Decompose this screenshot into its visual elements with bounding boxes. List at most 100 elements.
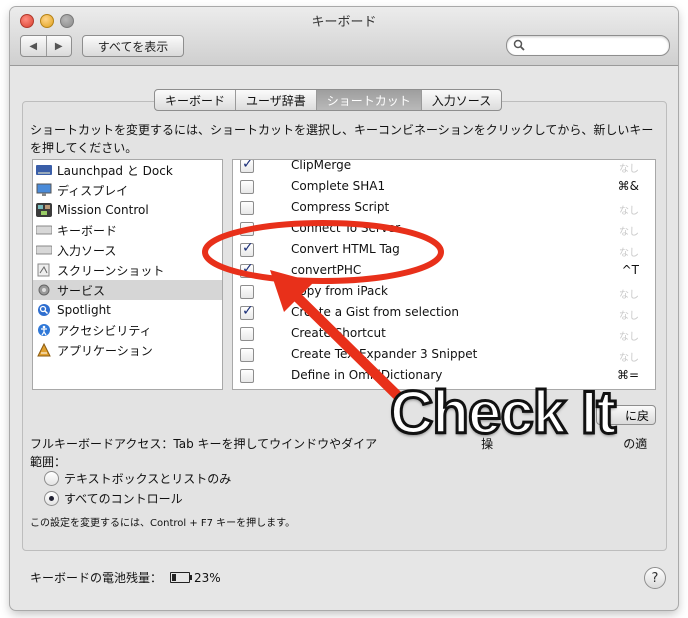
- category-applications[interactable]: アプリケーション: [33, 340, 222, 360]
- display-icon: [36, 183, 52, 197]
- help-button[interactable]: ?: [644, 567, 666, 589]
- shortcut-name: Copy from iPack: [291, 284, 388, 298]
- shortcut-key[interactable]: ^T: [622, 263, 639, 277]
- category-label: スクリーンショット: [57, 263, 165, 278]
- shortcut-name: Complete SHA1: [291, 179, 386, 193]
- category-spotlight[interactable]: Spotlight: [33, 300, 222, 320]
- shortcut-checkbox[interactable]: ✓: [240, 159, 254, 173]
- shortcut-row[interactable]: ✓ Create a Gist from selection なし: [233, 303, 653, 324]
- shortcut-checkbox[interactable]: ✓: [240, 261, 254, 278]
- shortcut-key[interactable]: なし: [619, 328, 639, 343]
- shortcut-key[interactable]: なし: [619, 160, 639, 175]
- annotation-text: Check It: [388, 378, 617, 448]
- shortcut-key[interactable]: ⌘&: [618, 179, 639, 193]
- category-label: アプリケーション: [57, 343, 153, 358]
- battery-percent: 23%: [194, 570, 221, 585]
- checkmark-icon: ✓: [242, 159, 254, 172]
- accessibility-icon: [36, 323, 52, 337]
- category-launchpad-dock[interactable]: Launchpad と Dock: [33, 160, 222, 180]
- checkmark-icon: ✓: [242, 303, 254, 319]
- back-button[interactable]: ◀: [21, 36, 46, 56]
- category-display[interactable]: ディスプレイ: [33, 180, 222, 200]
- shortcut-checkbox[interactable]: [240, 201, 254, 215]
- category-label: 入力ソース: [57, 243, 117, 258]
- category-label: Launchpad と Dock: [57, 163, 173, 178]
- shortcut-row[interactable]: Create TextExpander 3 Snippet なし: [233, 345, 653, 366]
- battery-status: キーボードの電池残量： 23%: [30, 569, 221, 586]
- radio-button[interactable]: [44, 490, 59, 506]
- fka-text-tail2: の適: [623, 437, 648, 451]
- category-label: キーボード: [57, 223, 118, 238]
- forward-button[interactable]: ▶: [45, 36, 72, 56]
- radio-all-controls[interactable]: すべてのコントロール: [44, 489, 183, 507]
- category-screenshots[interactable]: スクリーンショット: [33, 260, 222, 280]
- category-accessibility[interactable]: アクセシビリティ: [33, 320, 222, 340]
- radio-label: テキストボックスとリストのみ: [64, 471, 232, 486]
- shortcut-key[interactable]: なし: [619, 286, 639, 301]
- shortcut-key[interactable]: なし: [619, 307, 639, 322]
- shortcut-row[interactable]: ✓ convertPHC ^T: [233, 261, 653, 282]
- shortcut-checkbox[interactable]: [240, 369, 254, 383]
- checkmark-icon: ✓: [242, 240, 254, 256]
- application-icon: [36, 343, 52, 357]
- radio-text-boxes-lists[interactable]: テキストボックスとリストのみ: [44, 469, 231, 487]
- nav-buttons: ◀ ▶: [20, 35, 72, 57]
- category-label: Mission Control: [57, 203, 149, 217]
- radio-button[interactable]: [44, 470, 59, 486]
- radio-label: すべてのコントロール: [64, 491, 183, 506]
- shortcut-row[interactable]: Connect To Server なし: [233, 219, 653, 240]
- shortcut-checkbox[interactable]: [240, 348, 254, 362]
- battery-label: キーボードの電池残量：: [30, 571, 163, 585]
- category-mission-control[interactable]: Mission Control: [33, 200, 222, 220]
- launchpad-icon: [36, 163, 52, 177]
- shortcut-row[interactable]: Copy from iPack なし: [233, 282, 653, 303]
- shortcut-checkbox[interactable]: [240, 327, 254, 341]
- tab-shortcuts[interactable]: ショートカット: [315, 90, 421, 110]
- shortcut-name: Compress Script: [291, 200, 390, 214]
- spotlight-icon: [36, 303, 52, 317]
- category-label: ディスプレイ: [57, 183, 129, 198]
- window-title: キーボード: [311, 15, 377, 30]
- category-input-sources[interactable]: 入力ソース: [33, 240, 222, 260]
- shortcut-row[interactable]: ✓ ClipMerge なし: [233, 159, 653, 177]
- shortcut-name: Create a Gist from selection: [291, 305, 459, 319]
- tab-user-dictionary[interactable]: ユーザ辞書: [235, 90, 316, 110]
- search-input[interactable]: [506, 35, 670, 56]
- shortcut-row[interactable]: Create Shortcut なし: [233, 324, 653, 345]
- shortcut-name: Create Shortcut: [291, 326, 386, 340]
- category-keyboard[interactable]: キーボード: [33, 220, 222, 240]
- battery-icon: [170, 572, 193, 583]
- shortcut-name: Convert HTML Tag: [291, 242, 400, 256]
- shortcut-row[interactable]: ✓ Convert HTML Tag なし: [233, 240, 653, 261]
- shortcut-name: ClipMerge: [291, 159, 352, 172]
- category-label: サービス: [57, 283, 106, 298]
- fka-text: フルキーボードアクセス：Tab キーを押してウインドウやダイア: [30, 437, 378, 451]
- shortcut-row[interactable]: Compress Script なし: [233, 198, 653, 219]
- shortcut-key[interactable]: なし: [619, 244, 639, 259]
- shortcut-key[interactable]: なし: [619, 349, 639, 364]
- gear-icon: [36, 283, 52, 297]
- shortcut-key[interactable]: なし: [619, 223, 639, 238]
- show-all-button[interactable]: すべてを表示: [82, 35, 184, 57]
- category-label: Spotlight: [57, 303, 111, 317]
- mission-control-icon: [36, 203, 52, 217]
- shortcut-checkbox[interactable]: [240, 285, 254, 299]
- shortcut-name: Create TextExpander 3 Snippet: [291, 347, 478, 361]
- tab-keyboard[interactable]: キーボード: [155, 90, 235, 110]
- shortcut-checkbox[interactable]: ✓: [240, 303, 254, 320]
- shortcut-key[interactable]: なし: [619, 202, 639, 217]
- preferences-window: キーボード ◀ ▶ すべてを表示 キーボード ユーザ辞書 ショートカット 入力ソ…: [10, 7, 678, 610]
- category-list: Launchpad と Dock ディスプレイ Mission Control …: [32, 159, 223, 390]
- fka-note: この設定を変更するには、Control + F7 キーを押します。: [30, 518, 296, 529]
- category-services[interactable]: サービス: [33, 280, 222, 300]
- shortcut-checkbox[interactable]: ✓: [240, 240, 254, 257]
- shortcut-key[interactable]: ⌘=: [617, 368, 639, 382]
- keyboard-icon: [36, 223, 52, 237]
- instructions-text: ショートカットを変更するには、ショートカットを選択し、キーコンビネーションをクリ…: [30, 123, 654, 155]
- shortcut-checkbox[interactable]: [240, 180, 254, 194]
- screenshot-icon: [36, 263, 52, 277]
- shortcut-checkbox[interactable]: [240, 222, 254, 236]
- tab-input-sources[interactable]: 入力ソース: [420, 90, 501, 110]
- shortcut-row[interactable]: Complete SHA1 ⌘&: [233, 177, 653, 198]
- shortcut-list: ✓ ClipMerge なし Complete SHA1 ⌘& Compress…: [232, 159, 656, 390]
